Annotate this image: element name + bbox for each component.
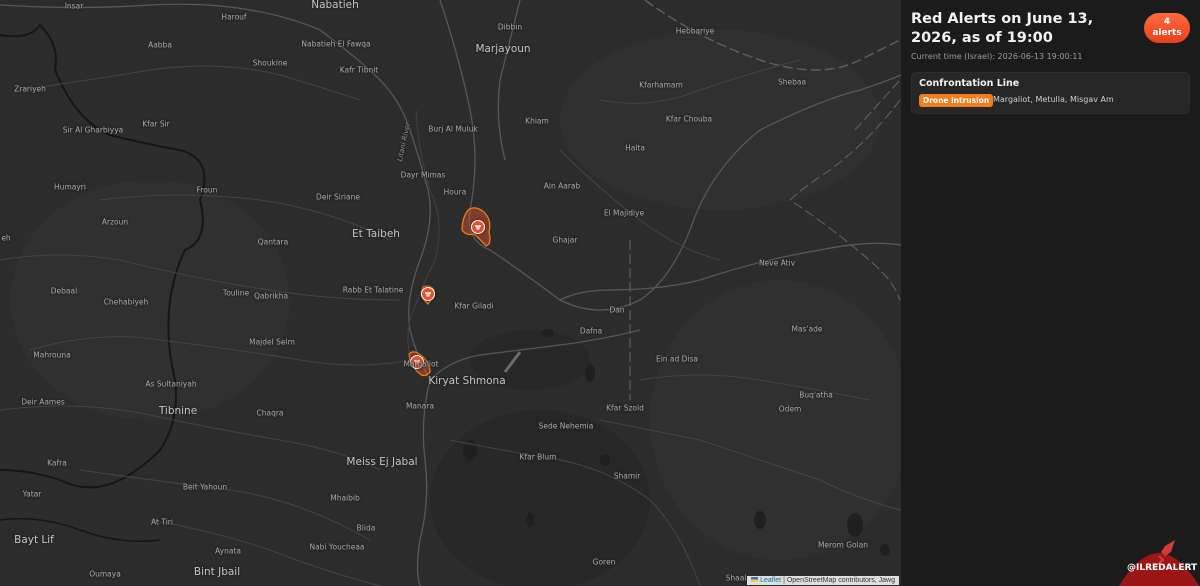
place-label: Shoukine [252, 58, 288, 68]
place-label: Rabb Et Talatine [342, 285, 404, 295]
current-time: Current time (Israel): 2026-06-13 19:00:… [911, 52, 1083, 61]
place-label: Nabi Youcheaa [309, 542, 365, 552]
place-label: Qabrikha [253, 291, 289, 301]
place-label: Chaqra [256, 408, 284, 418]
place-label: Oumaya [89, 569, 121, 579]
alert-count-number: 4 [1163, 17, 1171, 27]
place-label: Margaliot [403, 359, 439, 369]
place-label: Sir Al Gharbiyya [62, 125, 124, 135]
place-label: Aynata [215, 546, 241, 556]
place-label: Kfar Szold [606, 403, 644, 413]
place-label: Chehabiyeh [103, 297, 149, 307]
alert-area-name: Confrontation Line [919, 78, 1020, 89]
place-label: Shebaa [777, 77, 807, 87]
place-label: Zrariyeh [14, 84, 46, 94]
place-label: Mas'ade [791, 324, 823, 334]
place-label: Shamir [613, 471, 641, 481]
place-label: Manara [405, 401, 435, 411]
place-label: Ein ad Disa [655, 354, 699, 364]
logo-text: @ILREDALERT [1127, 563, 1198, 573]
place-label: Et Taibeh [352, 228, 400, 240]
alert-count-label: alerts [1152, 28, 1182, 38]
place-label: At Tiri [151, 517, 173, 527]
place-label: Kfar Blum [519, 452, 557, 462]
place-label: Sede Nehemia [538, 421, 594, 431]
place-label: Tibnine [158, 405, 198, 417]
alert-card[interactable]: Confrontation Line Drone intrusion Marga… [911, 72, 1190, 114]
place-label: Debaal [50, 286, 78, 296]
ukraine-flag-icon [751, 577, 759, 582]
place-label: Majdel Selm [249, 337, 295, 347]
place-label: Odem [778, 404, 802, 414]
place-label: Neve Ativ [758, 258, 796, 268]
place-label: Burj Al Muluk [428, 124, 478, 134]
place-label: Arzoun [101, 217, 129, 227]
place-label: Humayri [54, 182, 86, 192]
place-label: Touline [222, 288, 250, 298]
place-label: As Sultaniyah [145, 379, 197, 389]
place-label: Buq'atha [799, 390, 833, 400]
place-label: Kiryat Shmona [428, 375, 506, 387]
leaflet-link[interactable]: Leaflet [760, 577, 781, 584]
place-label: Shaal [725, 573, 747, 583]
place-label: Dayr Mimas [400, 170, 446, 180]
place-label: Dan [609, 305, 625, 315]
place-label: Merom Golan [817, 540, 869, 550]
place-label: eh [1, 233, 11, 243]
drone-alert-marker[interactable] [421, 287, 435, 301]
place-label: Aabba [148, 40, 172, 50]
attribution-text: | OpenStreetMap contributors, Jawg [781, 577, 895, 584]
place-label: Nabatieh [311, 0, 359, 11]
place-label: Halta [625, 143, 645, 153]
place-label: Nabatieh El Fawqa [301, 39, 371, 49]
place-label: Yatar [22, 489, 42, 499]
place-label: Bint Jbail [193, 566, 241, 578]
place-label: Deir Siriane [316, 192, 360, 202]
place-label: Froun [196, 185, 218, 195]
place-label: Goren [592, 557, 616, 567]
place-label: Kafra [47, 458, 67, 468]
place-label: Dibbin [497, 22, 523, 32]
alert-cities: Margaliot, Metulla, Misgav Am [993, 95, 1114, 104]
place-label: Khiam [525, 116, 549, 126]
place-label: Mahrouna [33, 350, 71, 360]
place-label: Kfarhamam [639, 80, 683, 90]
place-label: El Majidiye [603, 208, 645, 218]
place-label: Deir Aames [21, 397, 65, 407]
place-label: Ain Aarab [543, 181, 581, 191]
place-label: Beit Yahoun [182, 482, 228, 492]
place-label: Kfar Sir [142, 119, 170, 129]
place-label: Marjayoun [475, 43, 531, 55]
map-base-layer [0, 0, 901, 586]
drone-icon [425, 292, 431, 297]
place-label: Kfar Chouba [665, 114, 713, 124]
drone-icon [475, 225, 481, 230]
place-label: Insar [64, 1, 84, 11]
map-attribution: Leaflet | OpenStreetMap contributors, Ja… [747, 576, 899, 585]
place-label: Kfar Giladi [454, 301, 494, 311]
page-title: Red Alerts on June 13, 2026, as of 19:00 [911, 11, 1094, 46]
place-label: Dafna [579, 326, 603, 336]
alert-map[interactable]: Insar Nabatieh Dibbin Harouf Aabba Nabat… [0, 0, 901, 586]
place-label: Mhaibib [330, 493, 360, 503]
place-label: Blida [356, 523, 376, 533]
place-label: Qantara [257, 237, 289, 247]
alert-type-badge: Drone intrusion [919, 94, 994, 107]
drone-alert-marker[interactable] [471, 220, 485, 234]
place-label: Bayt Lif [14, 534, 54, 546]
alert-count-badge: 4 alerts [1144, 13, 1190, 43]
place-label: Houra [443, 187, 467, 197]
alerts-panel: Red Alerts on June 13, 2026, as of 19:00… [901, 0, 1200, 586]
place-label: Ghajar [552, 235, 578, 245]
place-label: Harouf [221, 12, 247, 22]
place-label: Meiss Ej Jabal [346, 456, 418, 468]
place-label: Hebbariye [675, 26, 715, 36]
place-label: Kafr Tibnit [339, 65, 379, 75]
